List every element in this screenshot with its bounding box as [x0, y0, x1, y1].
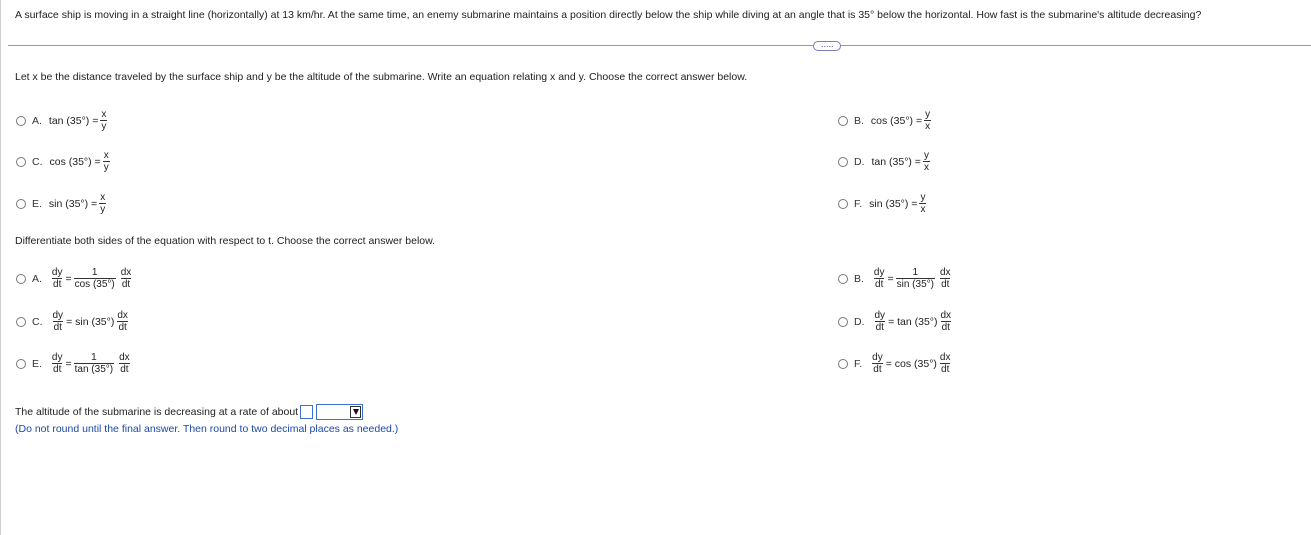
radio-button[interactable] — [16, 116, 26, 126]
part2-option-b[interactable]: B. dy dt = 1 sin (35°) dx dt — [838, 268, 954, 290]
ellipsis-icon[interactable]: ····· — [813, 41, 841, 51]
part1-option-e[interactable]: E. sin (35°) = xy — [16, 193, 108, 215]
rounding-note: (Do not round until the final answer. Th… — [15, 423, 399, 435]
chevron-down-icon[interactable] — [350, 406, 362, 418]
part2-option-f[interactable]: F. dy dt = cos (35°) dx dt — [838, 353, 953, 375]
part1-option-a[interactable]: A. tan (35°) = xy — [16, 110, 109, 132]
radio-button[interactable] — [838, 359, 848, 369]
part1-instruction: Let x be the distance traveled by the su… — [15, 71, 748, 83]
part1-option-c[interactable]: C. cos (35°) = xy — [16, 151, 112, 173]
answer-input[interactable] — [300, 405, 314, 419]
divider — [8, 45, 1311, 46]
question-text: A surface ship is moving in a straight l… — [15, 9, 1202, 21]
radio-button[interactable] — [16, 157, 26, 167]
radio-button[interactable] — [838, 116, 848, 126]
part1-option-d[interactable]: D. tan (35°) = yx — [838, 151, 932, 173]
radio-button[interactable] — [16, 317, 26, 327]
part1-option-b[interactable]: B. cos (35°) = yx — [838, 110, 933, 132]
radio-button[interactable] — [838, 157, 848, 167]
radio-button[interactable] — [16, 199, 26, 209]
units-dropdown[interactable] — [316, 404, 364, 420]
part2-option-e[interactable]: E. dy dt = 1 tan (35°) dx dt — [16, 353, 133, 375]
radio-button[interactable] — [838, 199, 848, 209]
radio-button[interactable] — [838, 274, 848, 284]
answer-line: The altitude of the submarine is decreas… — [15, 404, 364, 420]
radio-button[interactable] — [16, 359, 26, 369]
answer-prompt: The altitude of the submarine is decreas… — [15, 406, 299, 418]
radio-button[interactable] — [16, 274, 26, 284]
part1-option-f[interactable]: F. sin (35°) = yx — [838, 193, 928, 215]
radio-button[interactable] — [838, 317, 848, 327]
left-border — [0, 0, 1, 535]
part2-option-c[interactable]: C. dy dt = sin (35°) dx dt — [16, 311, 131, 333]
part2-instruction: Differentiate both sides of the equation… — [15, 235, 436, 247]
part2-option-d[interactable]: D. dy dt = tan (35°) dx dt — [838, 311, 954, 333]
part2-option-a[interactable]: A. dy dt = 1 cos (35°) dx dt — [16, 268, 134, 290]
